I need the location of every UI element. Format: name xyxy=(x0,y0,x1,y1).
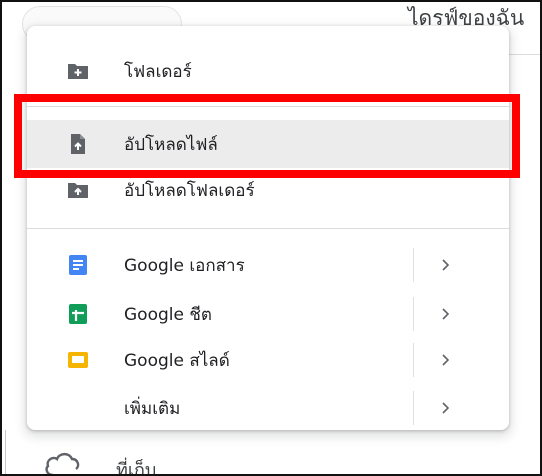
menu-item-label: Google ชีต xyxy=(124,304,212,325)
google-sheets-icon xyxy=(69,304,87,324)
submenu-divider xyxy=(413,297,414,331)
menu-item-more[interactable]: เพิ่มเติม xyxy=(27,384,509,432)
google-slides-icon xyxy=(68,352,88,368)
menu-item-google-slides[interactable]: Google สไลด์ xyxy=(27,336,509,384)
folder-upload-icon xyxy=(68,183,88,198)
chevron-right-icon xyxy=(442,308,450,320)
new-item-menu: โฟลเดอร์ อัปโหลดไฟล์ อัปโหลดโฟลเดอร์ Goo… xyxy=(27,26,509,430)
new-folder-icon xyxy=(68,64,88,79)
sidebar-edge xyxy=(5,430,6,476)
menu-item-google-sheets[interactable]: Google ชีต xyxy=(27,290,509,338)
menu-item-label: โฟลเดอร์ xyxy=(124,61,192,82)
menu-item-label: เพิ่มเติม xyxy=(124,398,181,419)
submenu-divider xyxy=(413,391,414,425)
menu-item-label: Google เอกสาร xyxy=(124,255,245,276)
menu-item-google-docs[interactable]: Google เอกสาร xyxy=(27,241,509,289)
cloud-icon xyxy=(45,452,80,476)
chevron-right-icon xyxy=(442,402,450,414)
submenu-divider xyxy=(413,248,414,282)
submenu-divider xyxy=(413,343,414,377)
chevron-right-icon xyxy=(442,354,450,366)
highlight-box xyxy=(14,94,520,178)
menu-divider xyxy=(27,228,509,229)
google-docs-icon xyxy=(69,255,87,275)
storage-nav-label[interactable]: ที่เก็บ xyxy=(116,455,156,476)
menu-item-label: อัปโหลดโฟลเดอร์ xyxy=(124,180,255,201)
menu-item-label: Google สไลด์ xyxy=(124,350,230,371)
chevron-right-icon xyxy=(442,259,450,271)
menu-item-new-folder[interactable]: โฟลเดอร์ xyxy=(27,47,509,95)
